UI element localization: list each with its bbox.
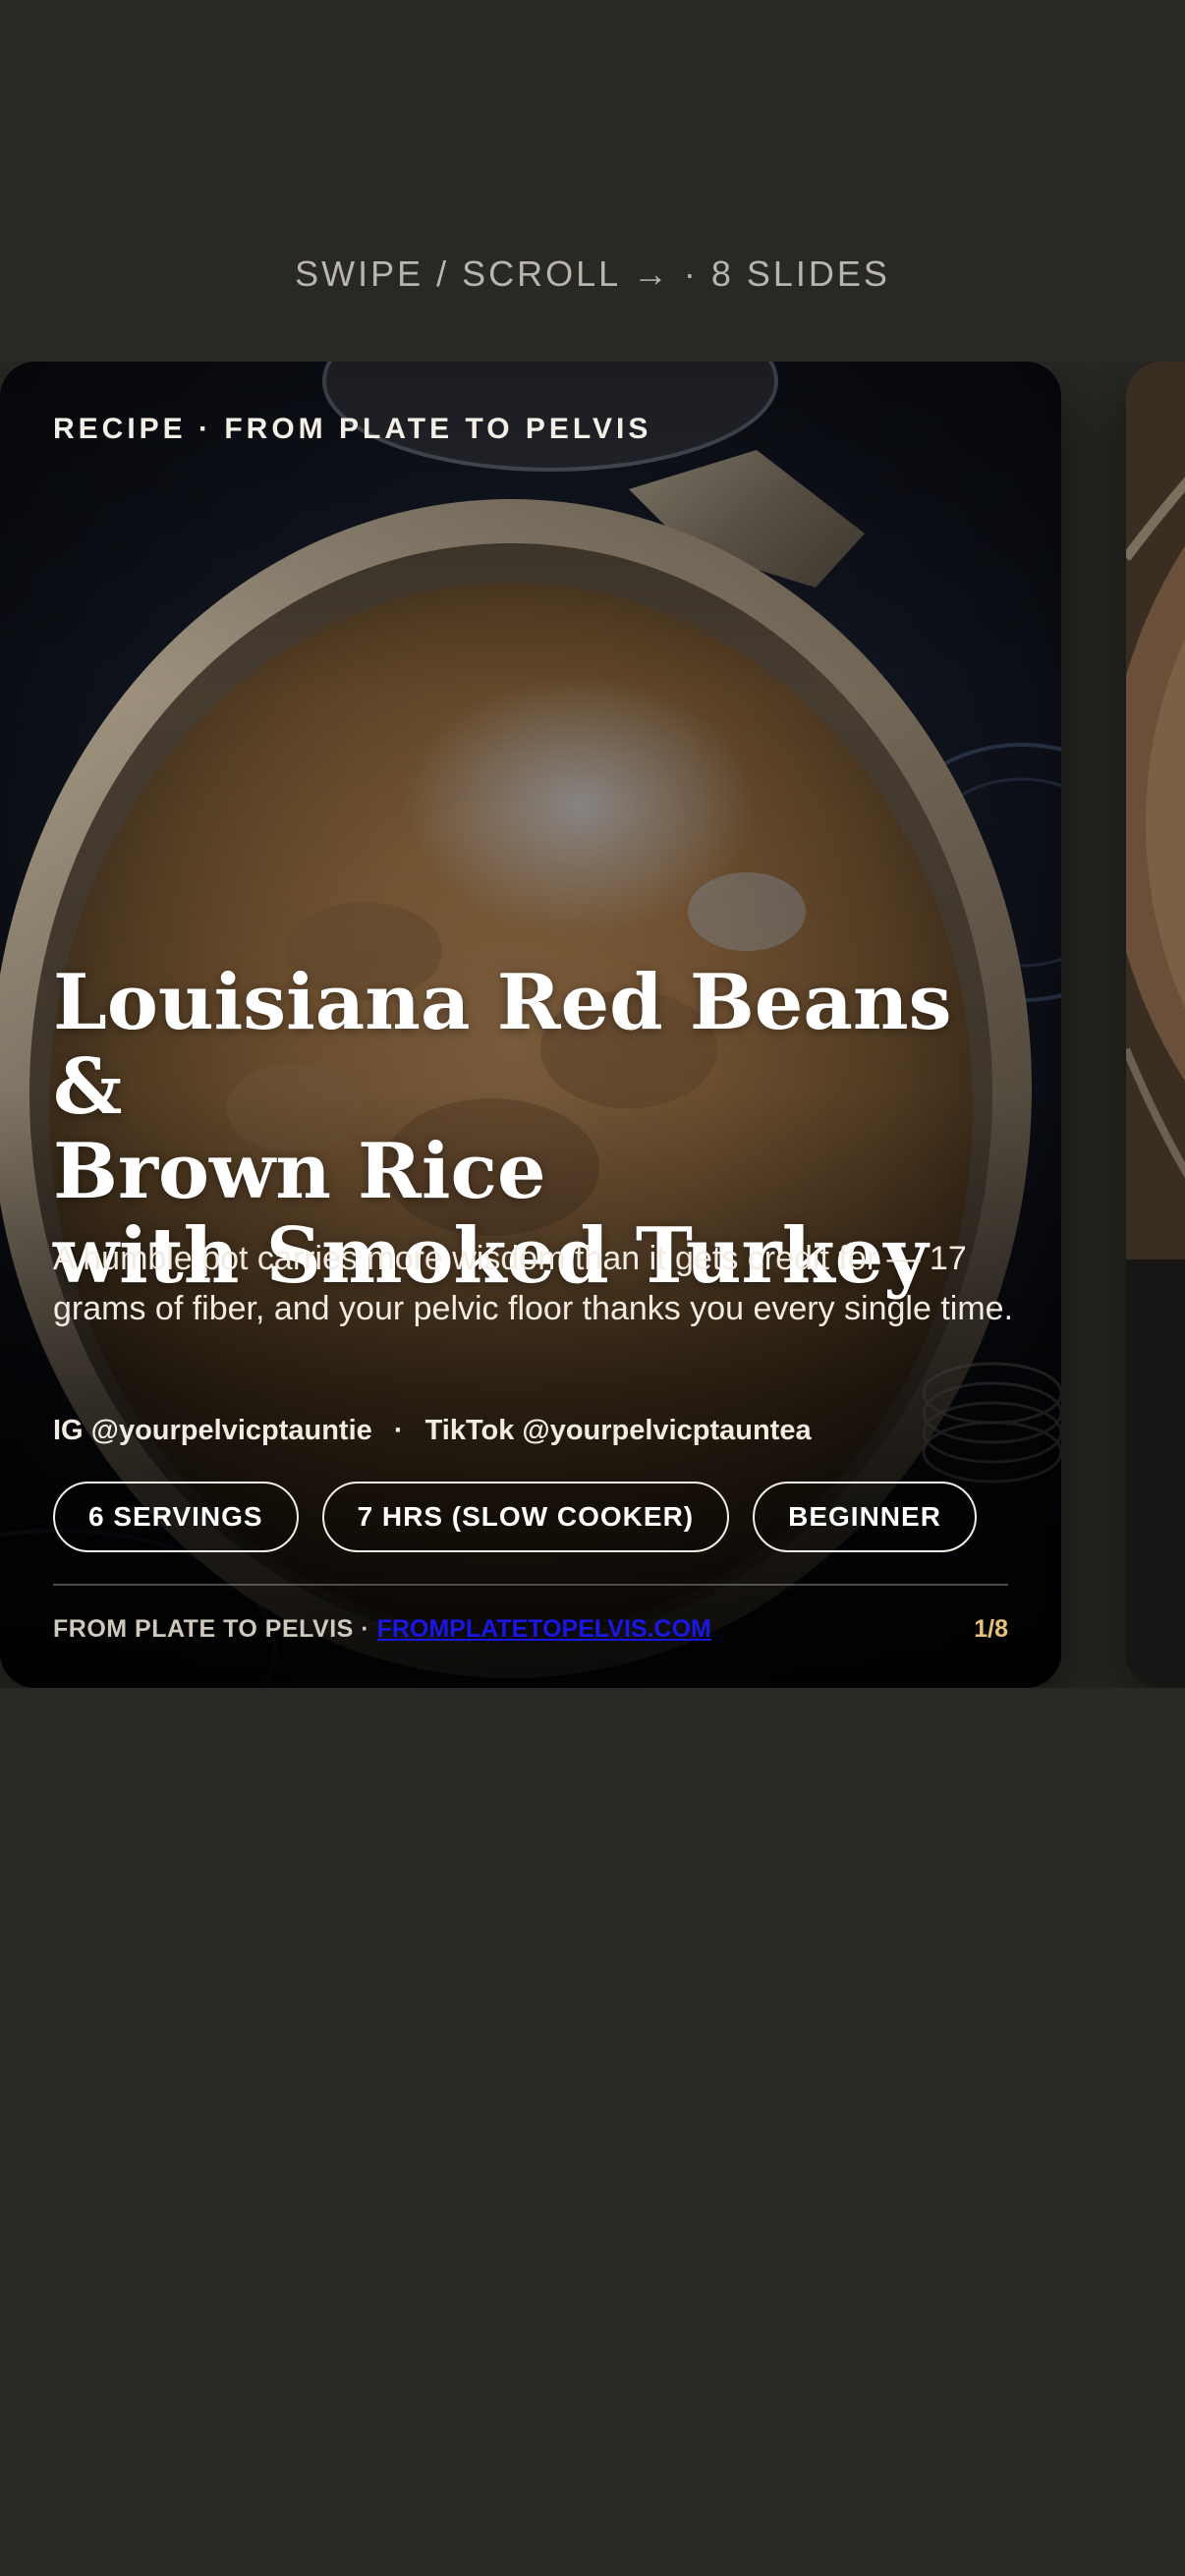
- slide-2-peek[interactable]: [1126, 362, 1185, 1688]
- slide-eyebrow: RECIPE · FROM PLATE TO PELVIS: [53, 413, 652, 445]
- slide-2-photo: [1126, 362, 1185, 1260]
- website-link[interactable]: FROMPLATETOPELVIS.COM: [377, 1615, 711, 1643]
- slide-footer: FROM PLATE TO PELVIS · FROMPLATETOPELVIS…: [53, 1615, 1008, 1644]
- time-chip: 7 HRS (SLOW COOKER): [321, 1482, 730, 1552]
- recipe-subtitle: A humble pot carries more wisdom than it…: [53, 1240, 1014, 1327]
- social-separator: ·: [393, 1415, 404, 1446]
- instagram-handle: IG @yourpelvicptauntie: [53, 1415, 372, 1446]
- difficulty-chip: BEGINNER: [753, 1482, 977, 1552]
- slide-1[interactable]: RECIPE · FROM PLATE TO PELVIS Louisiana …: [0, 362, 1061, 1688]
- swipe-hint: SWIPE / SCROLL → · 8 SLIDES: [295, 253, 890, 294]
- footer-brand: FROM PLATE TO PELVIS ·: [53, 1615, 377, 1643]
- slide-carousel[interactable]: RECIPE · FROM PLATE TO PELVIS Louisiana …: [0, 362, 1185, 1688]
- title-line-2: Brown Rice: [53, 1127, 546, 1216]
- page-counter: 1/8: [974, 1615, 1008, 1643]
- servings-chip: 6 SERVINGS: [53, 1482, 299, 1552]
- social-handles: IG @yourpelvicptauntie · TikTok @yourpel…: [53, 1415, 812, 1447]
- recipe-chips: 6 SERVINGS 7 HRS (SLOW COOKER) BEGINNER: [53, 1482, 977, 1552]
- footer-divider: [53, 1584, 1008, 1586]
- tiktok-handle: TikTok @yourpelvicptauntea: [424, 1415, 812, 1446]
- title-line-1: Louisiana Red Beans &: [53, 958, 952, 1132]
- slide-2-panel: [1126, 1260, 1185, 1688]
- footer-brand-group: FROM PLATE TO PELVIS · FROMPLATETOPELVIS…: [53, 1615, 711, 1644]
